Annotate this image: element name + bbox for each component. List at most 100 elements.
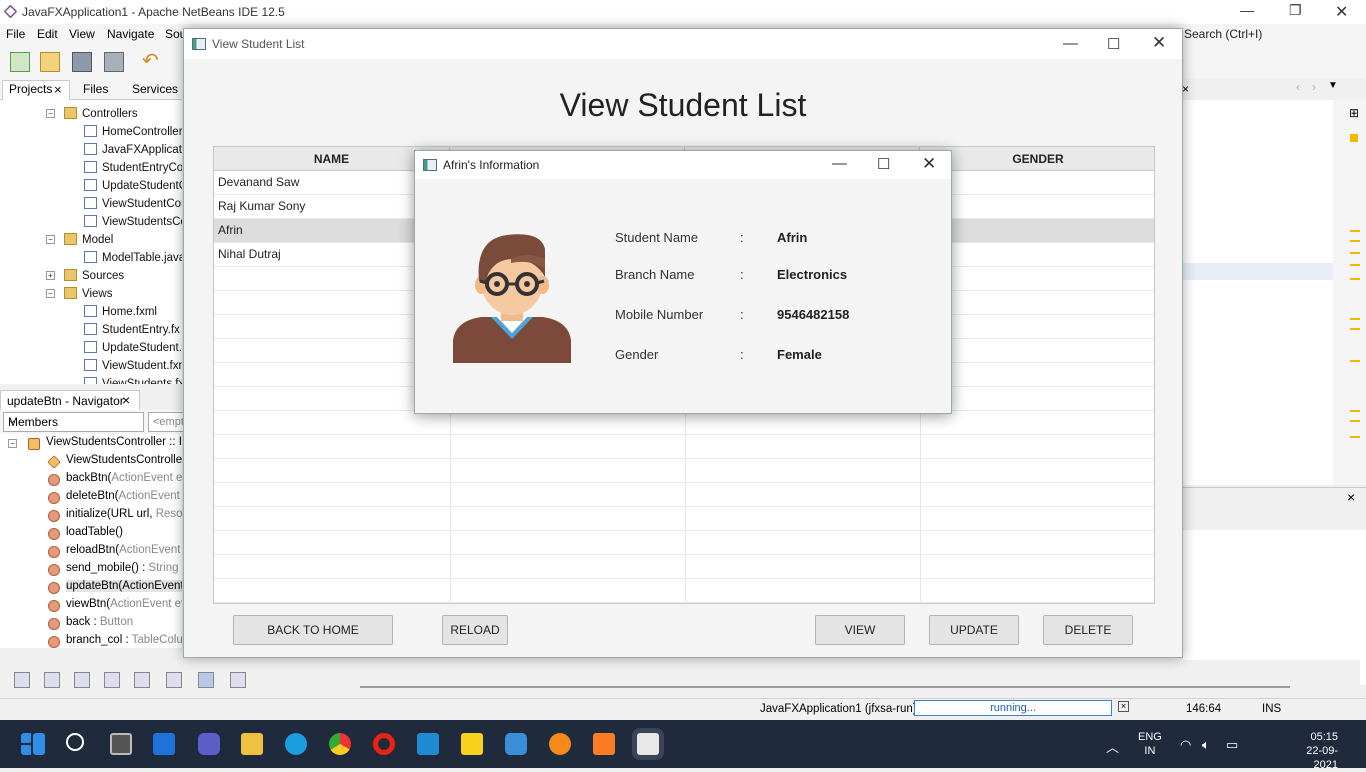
non-public-filter-icon[interactable] (104, 672, 120, 688)
sort-by-name-icon[interactable] (198, 672, 214, 688)
file-explorer-icon[interactable] (241, 733, 263, 755)
save-all-icon[interactable] (104, 52, 124, 72)
tree-folder[interactable]: Views (64, 287, 112, 300)
table-row[interactable] (214, 459, 1154, 483)
tree-file[interactable]: ViewStudentsCo (84, 215, 182, 228)
task-view-icon[interactable] (110, 733, 132, 755)
expand-toggle-icon[interactable]: − (8, 439, 17, 448)
tree-file[interactable]: UpdateStudent. (84, 341, 182, 354)
sort-by-source-icon[interactable] (166, 672, 182, 688)
fields-filter-icon[interactable] (44, 672, 60, 688)
expand-toggle-icon[interactable]: + (46, 271, 55, 280)
ide-maximize-icon[interactable]: ❐ (1289, 2, 1302, 19)
chat-icon[interactable] (198, 733, 220, 755)
navigator-member[interactable]: ViewStudentsController :: In (28, 436, 182, 450)
split-editor-icon[interactable]: ⊞ (1349, 106, 1359, 120)
wifi-icon[interactable]: ◠ (1180, 737, 1191, 753)
chrome-icon[interactable] (329, 733, 351, 755)
tab-services[interactable]: Services (132, 82, 178, 96)
tray-chevron-up-icon[interactable]: ︿ (1106, 737, 1119, 756)
undo-icon[interactable]: ↶ (142, 51, 162, 72)
navigator-tab[interactable]: updateBtn - Navigator × (0, 390, 140, 410)
xampp-icon[interactable] (593, 733, 615, 755)
table-row[interactable] (214, 555, 1154, 579)
window-maximize-icon[interactable]: ☐ (1107, 35, 1120, 53)
windows-start-icon[interactable] (33, 733, 45, 755)
menu-edit[interactable]: Edit (37, 27, 58, 41)
scroll-tabs-right-icon[interactable]: › (1312, 80, 1316, 94)
close-projects-tab-icon[interactable]: × (54, 82, 62, 97)
navigator-member[interactable]: backBtn(ActionEvent ev (48, 472, 182, 486)
tree-folder[interactable]: Sources (64, 269, 124, 282)
window-close-icon[interactable]: ✕ (1152, 33, 1166, 53)
table-row[interactable] (214, 531, 1154, 555)
tree-file[interactable]: StudentEntry.fx (84, 323, 180, 336)
expand-toggle-icon[interactable]: − (46, 289, 55, 298)
tray-clock[interactable]: 05:15 22-09-2021 (1284, 730, 1338, 772)
warning-marker[interactable] (1350, 420, 1360, 422)
tree-folder[interactable]: Model (64, 233, 113, 246)
opera-icon[interactable] (373, 733, 395, 755)
new-file-icon[interactable] (10, 52, 30, 72)
tab-files[interactable]: Files (83, 82, 108, 96)
warning-marker[interactable] (1350, 134, 1358, 142)
members-select[interactable]: Members ⌄ (3, 412, 144, 432)
cancel-task-icon[interactable]: × (1118, 701, 1129, 712)
warning-marker[interactable] (1350, 278, 1360, 280)
menu-file[interactable]: File (6, 27, 25, 41)
ide-minimize-icon[interactable]: — (1240, 2, 1254, 18)
tab-projects[interactable]: Projects (9, 82, 52, 96)
warning-marker[interactable] (1350, 240, 1360, 242)
navigator-member[interactable]: loadTable() (48, 526, 123, 540)
warning-marker[interactable] (1350, 230, 1360, 232)
open-project-icon[interactable] (72, 52, 92, 72)
tree-file[interactable]: HomeController.j (84, 125, 182, 138)
vscode-icon[interactable] (417, 733, 439, 755)
table-row[interactable] (214, 483, 1154, 507)
tree-file[interactable]: ViewStudent.fxm (84, 359, 182, 372)
table-row[interactable] (214, 579, 1154, 603)
warning-marker[interactable] (1350, 360, 1360, 362)
navigator-member[interactable]: updateBtn(ActionEvent e (48, 580, 182, 594)
navigator-member[interactable]: branch_col : TableColum (48, 634, 182, 648)
warning-marker[interactable] (1350, 328, 1360, 330)
tree-file[interactable]: StudentEntryCon (84, 161, 182, 174)
navigator-member[interactable]: send_mobile() : String (48, 562, 179, 576)
warning-marker[interactable] (1350, 252, 1360, 254)
virtualbox-icon[interactable] (505, 733, 527, 755)
reload-button[interactable]: RELOAD (442, 615, 508, 645)
warning-marker[interactable] (1350, 264, 1360, 266)
sort-alpha-icon[interactable] (230, 672, 246, 688)
window-minimize-icon[interactable]: — (1063, 35, 1078, 52)
expand-toggle-icon[interactable]: − (46, 109, 55, 118)
inner-classes-icon[interactable] (134, 672, 150, 688)
sticky-notes-icon[interactable] (461, 733, 483, 755)
editor-menu-chevron-icon[interactable]: ▼ (1328, 80, 1338, 91)
warning-marker[interactable] (1350, 410, 1360, 412)
dialog-minimize-icon[interactable]: — (832, 155, 847, 172)
battery-icon[interactable]: ▭ (1226, 737, 1238, 753)
back-to-home-button[interactable]: BACK TO HOME (233, 615, 393, 645)
close-output-icon[interactable]: × (1347, 489, 1355, 505)
edge-icon[interactable] (285, 733, 307, 755)
tree-file[interactable]: ViewStudentCon (84, 197, 182, 210)
table-row[interactable] (214, 411, 1154, 435)
new-project-icon[interactable] (40, 52, 60, 72)
navigator-member[interactable]: viewBtn(ActionEvent ev (48, 598, 182, 612)
view-button[interactable]: VIEW (815, 615, 905, 645)
ide-close-icon[interactable]: ✕ (1335, 2, 1348, 22)
close-navigator-icon[interactable]: × (122, 392, 130, 408)
tray-language[interactable]: ENG IN (1138, 730, 1162, 758)
navigator-filter-input[interactable]: <empt (148, 412, 188, 432)
update-button[interactable]: UPDATE (929, 615, 1019, 645)
widgets-icon[interactable] (153, 733, 175, 755)
tree-file[interactable]: ViewStudents.fx (84, 377, 182, 384)
ide-search-box[interactable]: Search (Ctrl+I) (1160, 24, 1366, 44)
expand-toggle-icon[interactable]: − (46, 235, 55, 244)
java-icon[interactable] (637, 733, 659, 755)
navigator-member[interactable]: initialize(URL url, Resour (48, 508, 182, 522)
static-filter-icon[interactable] (74, 672, 90, 688)
warning-marker[interactable] (1350, 436, 1360, 438)
inherited-members-icon[interactable] (14, 672, 30, 688)
tree-file[interactable]: Home.fxml (84, 305, 157, 318)
